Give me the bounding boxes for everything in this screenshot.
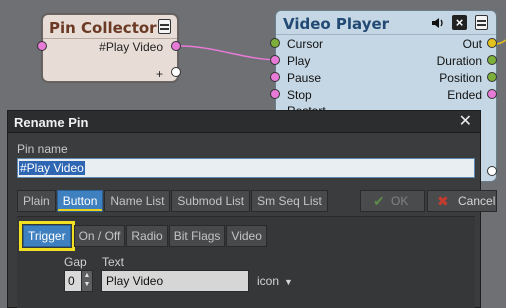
- cancel-label: Cancel: [458, 194, 496, 208]
- input-label-pause: Pause: [287, 71, 322, 85]
- text-label: Text: [102, 255, 125, 269]
- collector-output-pin[interactable]: [171, 41, 181, 51]
- tab-sm-seq-list[interactable]: Sm Seq List: [251, 190, 328, 212]
- output-label-ended: Ended: [447, 88, 482, 102]
- output-pin-duration[interactable]: [487, 55, 497, 65]
- pin-name-input[interactable]: #Play Video: [17, 158, 475, 178]
- dialog-titlebar[interactable]: Rename Pin ✕: [8, 111, 480, 133]
- output-label-duration: Duration: [436, 54, 482, 68]
- dialog-title: Rename Pin: [14, 115, 89, 130]
- input-pin-cursor[interactable]: [270, 38, 280, 48]
- input-pin-play[interactable]: [270, 55, 280, 65]
- caret-down-icon: ▼: [284, 277, 293, 287]
- menu-icon[interactable]: [475, 15, 488, 30]
- icon-label: icon: [257, 274, 280, 288]
- input-label-stop: Stop: [287, 88, 312, 102]
- video-player-title: Video Player: [283, 15, 390, 33]
- input-pin-pause[interactable]: [270, 72, 280, 82]
- pin-collector-title: Pin Collector: [49, 19, 157, 37]
- tab-name-list[interactable]: Name List: [104, 190, 171, 212]
- tab-submod-list[interactable]: Submod List: [171, 190, 251, 212]
- menu-icon[interactable]: [158, 19, 171, 34]
- button-type-tabs: Trigger On / Off Radio Bit Flags Video: [19, 221, 268, 251]
- gap-label: Gap: [64, 255, 87, 269]
- close-icon[interactable]: ✕: [459, 113, 472, 131]
- output-pin-position[interactable]: [487, 72, 497, 82]
- input-pin-stop[interactable]: [270, 89, 280, 99]
- pin-name-label: Pin name: [17, 142, 68, 156]
- x-icon: ✖: [437, 193, 449, 209]
- ok-button[interactable]: ✔ OK: [360, 190, 425, 212]
- output-pin-add[interactable]: [487, 166, 497, 176]
- pin-type-tabs: Plain Button Name List Submod List Sm Se…: [17, 190, 329, 212]
- pin-collector-node[interactable]: Pin Collector #Play Video +: [42, 14, 178, 82]
- video-player-header[interactable]: Video Player ×: [276, 11, 496, 35]
- pin-collector-header[interactable]: Pin Collector: [43, 15, 177, 39]
- output-label-out: Out: [462, 37, 482, 51]
- tab-plain[interactable]: Plain: [17, 190, 56, 212]
- gap-stepper[interactable]: ▲ ▼: [81, 270, 93, 292]
- ok-label: OK: [391, 194, 409, 208]
- tab-on-off[interactable]: On / Off: [73, 225, 126, 247]
- tab-video[interactable]: Video: [226, 225, 267, 247]
- tab-bit-flags[interactable]: Bit Flags: [168, 225, 226, 247]
- gap-input[interactable]: 0: [64, 270, 82, 292]
- output-pin-out[interactable]: [487, 38, 497, 48]
- tab-button[interactable]: Button: [56, 190, 104, 212]
- tab-trigger[interactable]: Trigger: [19, 221, 75, 251]
- input-label-cursor: Cursor: [287, 37, 324, 51]
- check-icon: ✔: [373, 193, 385, 209]
- tab-radio[interactable]: Radio: [126, 225, 168, 247]
- button-options-panel: Trigger On / Off Radio Bit Flags Video G…: [17, 216, 475, 308]
- collector-add-pin[interactable]: [171, 67, 181, 77]
- output-pin-ended[interactable]: [487, 89, 497, 99]
- icon-dropdown[interactable]: icon ▼: [257, 274, 293, 288]
- cancel-button[interactable]: ✖ Cancel: [427, 190, 497, 212]
- input-label-play: Play: [287, 54, 311, 68]
- add-pin-label[interactable]: +: [156, 67, 163, 81]
- speaker-icon[interactable]: [431, 17, 445, 29]
- output-label-position: Position: [439, 71, 482, 85]
- collector-input-pin[interactable]: [37, 41, 47, 51]
- output-pin-label: #Play Video: [99, 40, 163, 54]
- pin-name-value: #Play Video: [19, 161, 85, 175]
- button-text-input[interactable]: Play Video: [101, 270, 249, 292]
- close-icon[interactable]: ×: [452, 15, 467, 30]
- rename-pin-dialog: Rename Pin ✕ Pin name #Play Video Plain …: [7, 110, 497, 308]
